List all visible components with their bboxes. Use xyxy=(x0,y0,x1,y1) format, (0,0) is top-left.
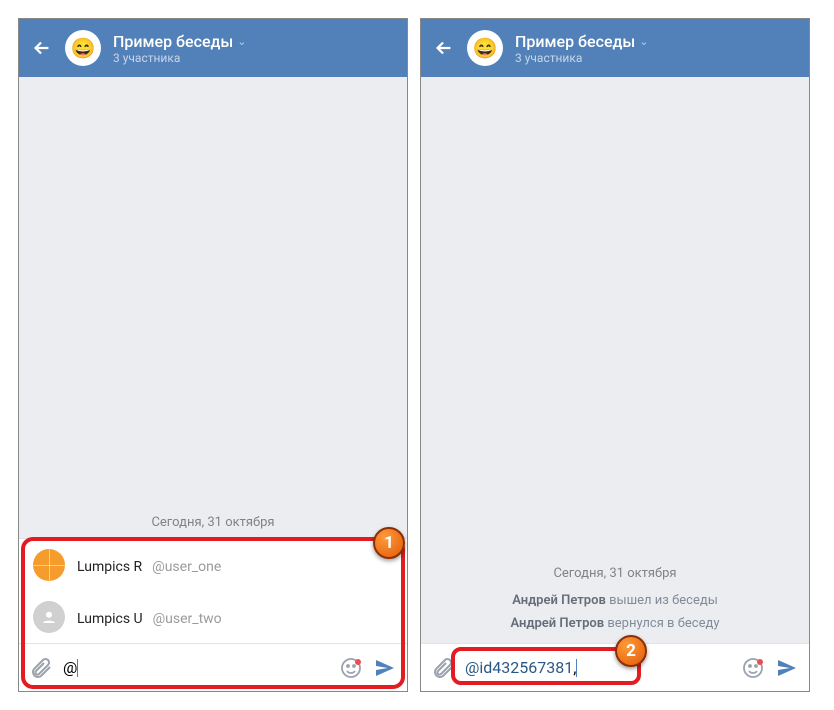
phone-left: 😄 Пример беседы ⌄ 3 участника Сегодня, 3… xyxy=(18,18,408,692)
chevron-down-icon: ⌄ xyxy=(639,35,648,48)
chat-header: 😄 Пример беседы ⌄ 3 участника xyxy=(421,19,809,77)
system-action: вышел из беседы xyxy=(609,593,718,608)
mention-text: @id432567381 xyxy=(465,658,573,677)
date-label: Сегодня, 31 октября xyxy=(19,507,407,538)
chat-subtitle: 3 участника xyxy=(113,51,395,65)
date-label: Сегодня, 31 октября xyxy=(421,558,809,589)
attachment-icon[interactable] xyxy=(29,656,53,680)
emoji-icon[interactable] xyxy=(741,656,765,680)
send-icon[interactable] xyxy=(775,656,799,680)
message-input[interactable]: @ xyxy=(63,658,329,677)
phone-right: 😄 Пример беседы ⌄ 3 участника Сегодня, 3… xyxy=(420,18,810,692)
back-icon[interactable] xyxy=(433,37,455,59)
input-text: @ xyxy=(63,658,77,677)
chat-body: Сегодня, 31 октября Lumpics R @user_one … xyxy=(19,77,407,643)
suggestion-name: Lumpics U xyxy=(77,611,143,627)
system-user: Андрей Петров xyxy=(511,616,605,631)
system-user: Андрей Петров xyxy=(512,593,606,608)
suggestion-handle: @user_one xyxy=(152,559,221,575)
suggestion-item[interactable]: Lumpics U @user_two xyxy=(19,591,407,643)
chat-title: Пример беседы xyxy=(113,32,233,51)
chat-avatar[interactable]: 😄 xyxy=(467,30,503,66)
text-caret xyxy=(576,659,577,677)
message-input[interactable]: @id432567381, xyxy=(465,658,731,677)
chevron-down-icon: ⌄ xyxy=(237,35,246,48)
send-icon[interactable] xyxy=(373,656,397,680)
header-text[interactable]: Пример беседы ⌄ 3 участника xyxy=(515,32,797,65)
chat-title: Пример беседы xyxy=(515,32,635,51)
back-icon[interactable] xyxy=(31,37,53,59)
chat-subtitle: 3 участника xyxy=(515,51,797,65)
text-caret xyxy=(77,659,78,677)
avatar-emoji: 😄 xyxy=(71,36,96,60)
chat-avatar[interactable]: 😄 xyxy=(65,30,101,66)
user-avatar-icon xyxy=(33,549,65,581)
emoji-icon[interactable] xyxy=(339,656,363,680)
message-input-bar: @ xyxy=(19,643,407,691)
message-input-bar: @id432567381, xyxy=(421,643,809,691)
mention-suggestions: Lumpics R @user_one Lumpics U @user_two xyxy=(19,538,407,643)
suggestion-handle: @user_two xyxy=(153,611,222,627)
attachment-icon[interactable] xyxy=(431,656,455,680)
header-text[interactable]: Пример беседы ⌄ 3 участника xyxy=(113,32,395,65)
system-message: Андрей Петров вышел из беседы xyxy=(421,589,809,612)
system-action: вернулся в беседу xyxy=(607,616,719,631)
system-message: Андрей Петров вернулся в беседу xyxy=(421,612,809,643)
chat-body: Сегодня, 31 октября Андрей Петров вышел … xyxy=(421,77,809,643)
user-avatar-icon xyxy=(33,601,65,633)
avatar-emoji: 😄 xyxy=(473,36,498,60)
suggestion-name: Lumpics R xyxy=(77,559,142,575)
chat-header: 😄 Пример беседы ⌄ 3 участника xyxy=(19,19,407,77)
suggestion-item[interactable]: Lumpics R @user_one xyxy=(19,539,407,591)
